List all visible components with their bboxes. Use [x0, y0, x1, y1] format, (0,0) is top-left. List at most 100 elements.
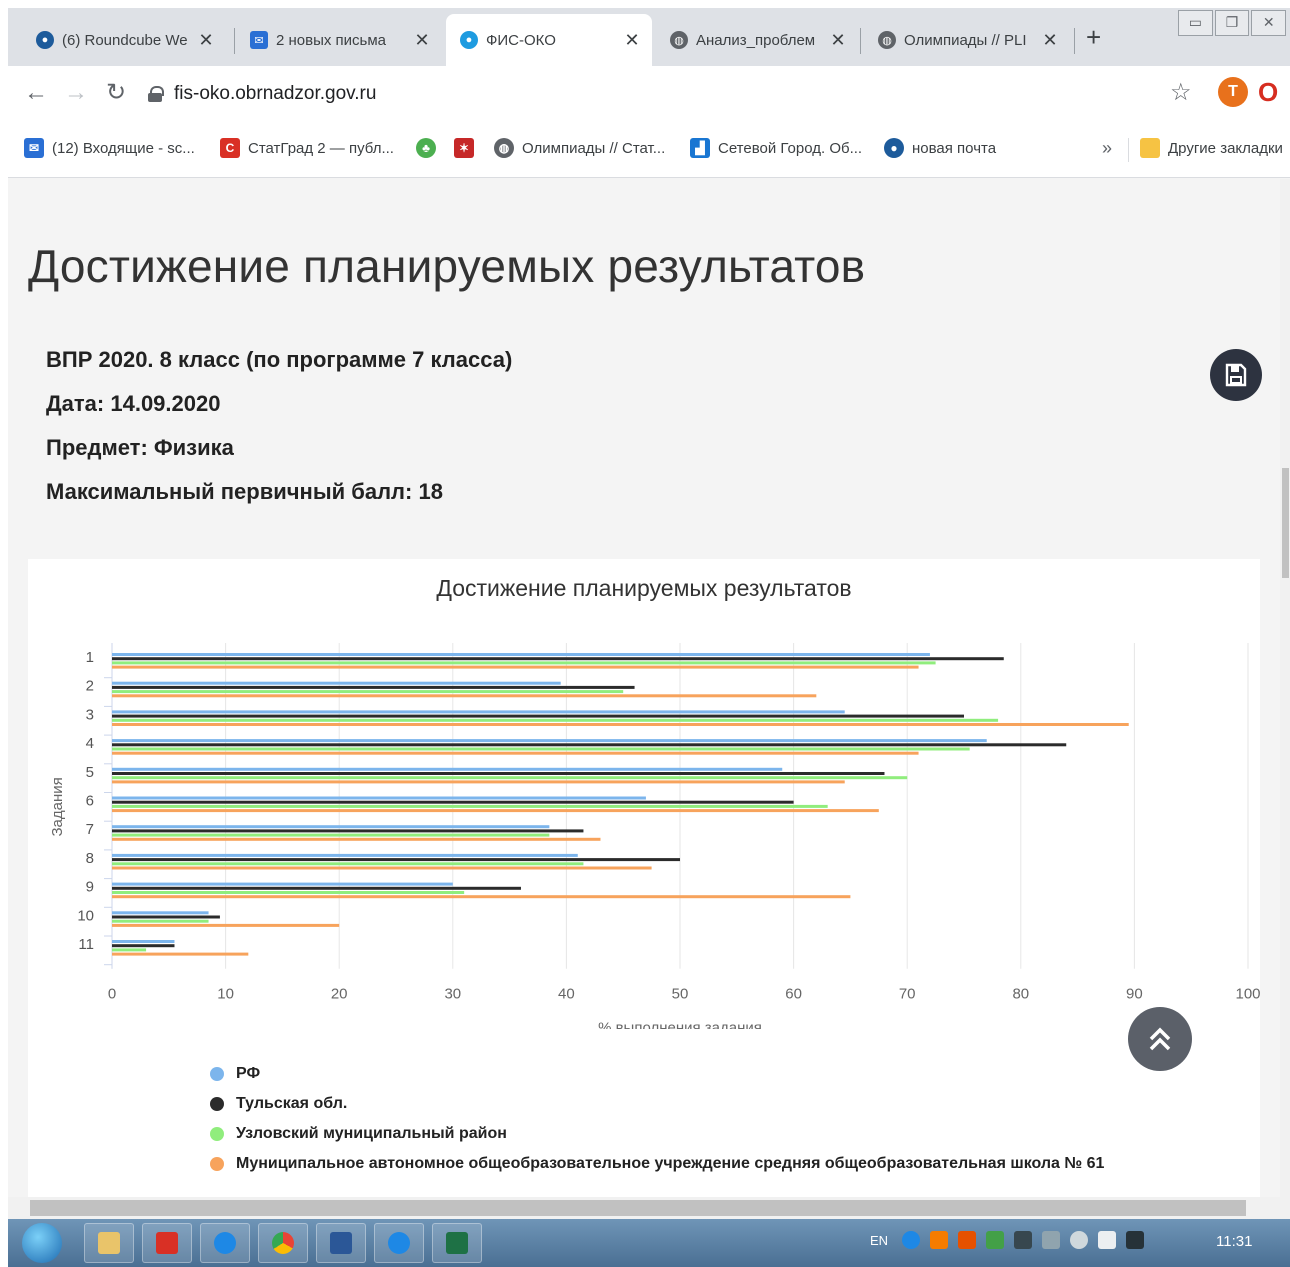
- bar-1-task-3: [112, 710, 845, 714]
- taskbar-chrome[interactable]: [258, 1223, 308, 1263]
- roundcube-icon: ●: [36, 31, 54, 49]
- mail-drop-icon: ●: [884, 138, 904, 158]
- y-tick-label: 11: [78, 936, 94, 953]
- folder-icon: [1140, 138, 1160, 158]
- close-icon[interactable]: ✕: [1040, 30, 1060, 51]
- meta-max-score: Максимальный первичный балл: 18: [46, 479, 443, 504]
- vertical-scrollbar[interactable]: [1280, 179, 1290, 1197]
- save-button[interactable]: [1210, 349, 1262, 401]
- clock[interactable]: 11:31: [1216, 1233, 1252, 1250]
- bar-1-task-2: [112, 681, 561, 685]
- tray-app-icon[interactable]: [986, 1231, 1005, 1249]
- bar-1-task-10: [112, 911, 209, 915]
- mail-icon: ✉: [250, 31, 268, 49]
- volume-icon[interactable]: [1070, 1231, 1089, 1249]
- meta-subject: Предмет: Физика: [46, 435, 234, 460]
- y-tick-label: 8: [86, 850, 94, 867]
- close-icon[interactable]: ✕: [412, 30, 432, 51]
- bar-2-task-9: [112, 886, 521, 890]
- tab-analysis[interactable]: ◍ Анализ_проблем ✕: [656, 14, 858, 66]
- tray-app-icon[interactable]: [902, 1231, 921, 1249]
- legend-item-uzlovaya[interactable]: Узловский муниципальный район: [210, 1119, 1104, 1149]
- new-tab-button[interactable]: +: [1086, 24, 1101, 50]
- tab-separator: [860, 28, 861, 54]
- close-icon[interactable]: ✕: [622, 30, 642, 51]
- x-tick-label: 20: [331, 986, 348, 1003]
- legend-marker: [210, 1097, 224, 1111]
- network-icon[interactable]: [1042, 1231, 1061, 1249]
- minimize-button[interactable]: ▭: [1178, 10, 1213, 36]
- taskbar-mail[interactable]: [200, 1223, 250, 1263]
- power-icon[interactable]: [1126, 1231, 1145, 1249]
- lock-icon: [148, 86, 164, 102]
- taskbar-explorer[interactable]: [84, 1223, 134, 1263]
- tray-app-icon[interactable]: [958, 1231, 977, 1249]
- bookmark-emblem[interactable]: ✶: [454, 138, 482, 158]
- bar-3-task-4: [112, 747, 970, 751]
- forward-button[interactable]: →: [64, 80, 88, 106]
- tab-roundcube[interactable]: ● (6) Roundcube We ✕: [22, 14, 226, 66]
- bar-4-task-10: [112, 923, 340, 927]
- taskbar-ie[interactable]: [374, 1223, 424, 1263]
- close-icon[interactable]: ✕: [196, 30, 216, 51]
- opera-extension-icon[interactable]: O: [1258, 77, 1282, 107]
- legend-label: РФ: [236, 1065, 261, 1082]
- tab-strip: ● (6) Roundcube We ✕ ✉ 2 новых письма ✕ …: [8, 8, 1290, 66]
- y-tick-label: 9: [86, 879, 94, 896]
- bar-3-task-3: [112, 718, 999, 722]
- tray-app-icon[interactable]: [1014, 1231, 1033, 1249]
- legend-item-tula[interactable]: Тульская обл.: [210, 1089, 1104, 1119]
- back-button[interactable]: ←: [24, 80, 48, 106]
- x-tick-label: 10: [217, 986, 234, 1003]
- bookmark-leaf[interactable]: ♣: [416, 138, 444, 158]
- language-indicator[interactable]: EN: [870, 1233, 888, 1248]
- x-tick-label: 30: [444, 986, 461, 1003]
- internet-explorer-icon: [388, 1232, 410, 1254]
- vertical-scrollbar-thumb[interactable]: [1282, 468, 1289, 578]
- tray-app-icon[interactable]: [930, 1231, 949, 1249]
- window-controls: ▭ ❐ ✕: [1178, 10, 1288, 36]
- bookmarks-separator: [1128, 138, 1129, 162]
- bar-2-task-7: [112, 829, 584, 833]
- bookmark-statgrad[interactable]: C СтатГрад 2 — публ...: [220, 138, 394, 158]
- bar-2-task-8: [112, 858, 680, 862]
- x-tick-label: 90: [1126, 986, 1143, 1003]
- close-window-button[interactable]: ✕: [1251, 10, 1287, 36]
- profile-avatar[interactable]: T: [1218, 77, 1248, 107]
- taskbar-reader[interactable]: [142, 1223, 192, 1263]
- tab-fis-oko[interactable]: ● ФИС-ОКО ✕: [446, 14, 652, 66]
- legend-item-rf[interactable]: РФ: [210, 1059, 1104, 1089]
- bookmarks-overflow-button[interactable]: »: [1102, 138, 1112, 159]
- y-tick-label: 2: [86, 678, 94, 695]
- bookmark-new-mail[interactable]: ● новая почта: [884, 138, 996, 158]
- close-icon[interactable]: ✕: [828, 30, 848, 51]
- legend-item-school[interactable]: Муниципальное автономное общеобразовател…: [210, 1149, 1104, 1179]
- bar-3-task-1: [112, 661, 936, 665]
- restore-button[interactable]: ❐: [1214, 10, 1250, 36]
- bookmarks-bar: ✉ (12) Входящие - sc... C СтатГрад 2 — п…: [8, 122, 1290, 178]
- bookmark-inbox[interactable]: ✉ (12) Входящие - sc...: [24, 138, 195, 158]
- horizontal-scrollbar-thumb[interactable]: [30, 1200, 1246, 1216]
- bookmark-star-icon[interactable]: ☆: [1170, 78, 1192, 107]
- tab-new-mail[interactable]: ✉ 2 новых письма ✕: [236, 14, 442, 66]
- bar-1-task-4: [112, 739, 987, 743]
- scroll-to-top-button[interactable]: [1128, 1007, 1192, 1071]
- bar-4-task-3: [112, 723, 1129, 726]
- x-axis-title: % выполнения задания: [598, 1020, 762, 1029]
- start-button[interactable]: [22, 1223, 62, 1263]
- y-tick-label: 10: [77, 907, 94, 924]
- address-url: fis-oko.obrnadzor.gov.ru: [174, 83, 377, 104]
- legend-label: Узловский муниципальный район: [236, 1125, 507, 1142]
- leaf-icon: ♣: [416, 138, 436, 158]
- bar-2-task-10: [112, 915, 220, 919]
- bookmark-network-city[interactable]: ▟ Сетевой Город. Об...: [690, 138, 862, 158]
- action-center-icon[interactable]: [1098, 1231, 1117, 1249]
- browser-window: ● (6) Roundcube We ✕ ✉ 2 новых письма ✕ …: [8, 8, 1290, 1267]
- bookmark-olympiads[interactable]: ◍ Олимпиады // Стат...: [494, 138, 665, 158]
- taskbar-excel[interactable]: [432, 1223, 482, 1263]
- reload-button[interactable]: ↻: [106, 80, 126, 106]
- tab-olympiads[interactable]: ◍ Олимпиады // PLI ✕: [864, 14, 1070, 66]
- taskbar-word[interactable]: [316, 1223, 366, 1263]
- other-bookmarks[interactable]: Другие закладки: [1140, 138, 1283, 158]
- address-bar[interactable]: fis-oko.obrnadzor.gov.ru: [148, 75, 1178, 113]
